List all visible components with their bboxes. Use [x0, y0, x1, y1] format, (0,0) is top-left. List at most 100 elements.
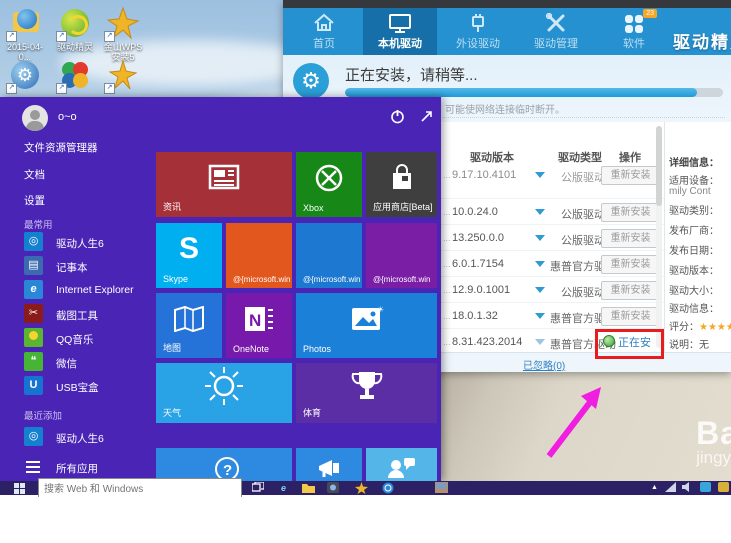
monitor-icon — [363, 13, 437, 35]
annotation-red-box — [595, 329, 664, 359]
tile-feedback[interactable] — [366, 448, 437, 481]
driver-app-navbar: 首页 本机驱动 外设驱动 驱动管理 23 软件 驱动精灵 — [283, 8, 731, 55]
start-menu: o~o 文件资源管理器 文档 设置 最常用 ◎ 驱动人生6 ▤ 记事本 e In… — [0, 97, 441, 481]
sidebar-item-settings[interactable]: 设置 — [24, 193, 45, 208]
person-chat-icon — [386, 456, 416, 480]
avatar[interactable] — [22, 105, 48, 131]
tile-maps[interactable]: 地图 — [156, 293, 222, 358]
sun-icon — [156, 363, 292, 409]
explore-windows-label: Explore Windows — [156, 528, 256, 543]
details-note: 说明：无 — [669, 336, 709, 351]
desktop-icon-driver-genius[interactable]: ↗ 驱动精灵 — [52, 6, 98, 52]
xbox-icon — [296, 152, 362, 203]
reinstall-button[interactable]: 重新安装 — [601, 281, 660, 300]
tile-weather[interactable]: 天气 — [156, 363, 292, 423]
window-top-strip — [283, 0, 731, 8]
reinstall-button[interactable]: 重新安装 — [601, 166, 660, 185]
wechat-icon: ❝ — [24, 352, 43, 371]
svg-text:N: N — [249, 311, 261, 330]
tab-home[interactable]: 首页 — [287, 8, 361, 55]
apps-grid-icon — [597, 13, 671, 35]
driver-version: 13.250.0.0 — [452, 232, 504, 244]
username: o~o — [58, 111, 77, 123]
task-view-icon[interactable] — [252, 482, 265, 494]
search-input[interactable] — [39, 481, 241, 498]
app-icon-dark[interactable] — [327, 482, 340, 494]
desktop-icon-wps[interactable]: ↗ 金山WPS安装5 — [100, 6, 146, 62]
reinstall-button[interactable]: 重新安装 — [601, 203, 660, 222]
rating-stars: ★★★★ — [699, 322, 731, 333]
power-button[interactable] — [390, 109, 405, 124]
notepad-icon: ▤ — [24, 256, 43, 275]
driver-version: 9.17.10.4101 — [452, 169, 516, 181]
desktop-icon-label: 驱动精灵 — [52, 42, 98, 52]
desktop-icon-media[interactable]: ↗ — [52, 58, 98, 92]
tile-onenote[interactable]: N OneNote — [226, 293, 292, 358]
desktop-icon-settings-tool[interactable]: ⚙ ↗ — [2, 58, 48, 92]
tab-local-drivers[interactable]: 本机驱动 — [363, 8, 437, 55]
gear-icon: ⚙ — [293, 63, 329, 99]
colorful-cluster-icon: ↗ — [58, 58, 92, 92]
globe-app-icon[interactable] — [382, 482, 395, 494]
trophy-icon — [296, 363, 437, 409]
dotted-separator — [443, 117, 725, 118]
tile-ms-app-1[interactable]: @{microsoft.win — [226, 223, 292, 288]
install-status-text: 正在安装，请稍等... — [345, 64, 478, 85]
tile-get-started[interactable]: ? — [156, 448, 292, 481]
tile-news[interactable]: 资讯 — [156, 152, 292, 217]
windows-logo-icon — [14, 483, 25, 494]
volume-icon[interactable] — [682, 482, 695, 494]
usb-box-icon: U — [24, 376, 43, 395]
ie-taskbar-icon[interactable]: e — [277, 482, 290, 494]
start-button[interactable] — [14, 483, 25, 494]
newspaper-icon — [156, 152, 292, 203]
desktop-icon-star2[interactable]: ↗ — [100, 58, 146, 92]
ie-icon: e — [24, 280, 43, 299]
tile-ms-app-3[interactable]: @{microsoft.win — [366, 223, 437, 288]
driver-life-icon: ◎ — [24, 232, 43, 251]
usb-icon — [441, 13, 515, 35]
tab-driver-manage[interactable]: 驱动管理 — [519, 8, 593, 55]
tray-up-arrow-icon[interactable]: ▲ — [648, 482, 661, 494]
app-logo: 驱动精灵 — [673, 28, 731, 53]
sidebar-item-file-explorer[interactable]: 文件资源管理器 — [24, 140, 98, 155]
scrollbar-thumb[interactable] — [656, 126, 662, 206]
hamburger-icon — [26, 461, 40, 473]
tile-sports[interactable]: 体育 — [296, 363, 437, 423]
taskbar-search[interactable] — [38, 478, 242, 497]
svg-text:☀: ☀ — [377, 305, 384, 314]
file-explorer-icon[interactable] — [302, 482, 315, 494]
tile-announce[interactable] — [296, 448, 362, 481]
tile-photos[interactable]: ☀ Photos — [296, 293, 437, 358]
skype-icon: S — [156, 223, 222, 274]
reinstall-button[interactable]: 重新安装 — [601, 229, 660, 248]
scissors-icon: ✂ — [24, 304, 43, 323]
panel-divider — [664, 122, 665, 352]
desktop-icon-file[interactable]: ↗ 2015-04-0... — [2, 6, 48, 62]
tab-peripheral-drivers[interactable]: 外设驱动 — [441, 8, 515, 55]
software-count-badge: 23 — [643, 9, 657, 18]
driver-version: 8.31.423.2014 — [452, 336, 522, 348]
tile-store[interactable]: 应用商店[Beta] — [366, 152, 437, 217]
map-icon — [156, 293, 222, 344]
driver-version: 18.0.1.32 — [452, 310, 498, 322]
desktop-dune — [438, 368, 731, 483]
driver-life-icon: ◎ — [24, 427, 43, 446]
tray-app-icon[interactable] — [700, 482, 713, 494]
reinstall-button[interactable]: 重新安装 — [601, 307, 660, 326]
ignored-link[interactable]: 已忽略(0) — [523, 357, 565, 372]
wps-star-icon[interactable] — [355, 482, 368, 494]
resize-button[interactable] — [419, 109, 434, 124]
tray-app-icon-2[interactable] — [718, 482, 731, 494]
tile-skype[interactable]: S Skype — [156, 223, 222, 288]
network-icon[interactable] — [665, 482, 678, 494]
tile-ms-app-2[interactable]: @{microsoft.win — [296, 223, 362, 288]
tile-xbox[interactable]: Xbox — [296, 152, 362, 217]
folder-globe-icon: ↗ — [8, 6, 42, 40]
driver-version: 10.0.24.0 — [452, 206, 498, 218]
photo-thumb-icon[interactable] — [435, 482, 448, 494]
megaphone-icon — [316, 456, 344, 480]
tab-software[interactable]: 23 软件 — [597, 8, 671, 55]
reinstall-button[interactable]: 重新安装 — [601, 255, 660, 274]
sidebar-item-documents[interactable]: 文档 — [24, 167, 45, 182]
